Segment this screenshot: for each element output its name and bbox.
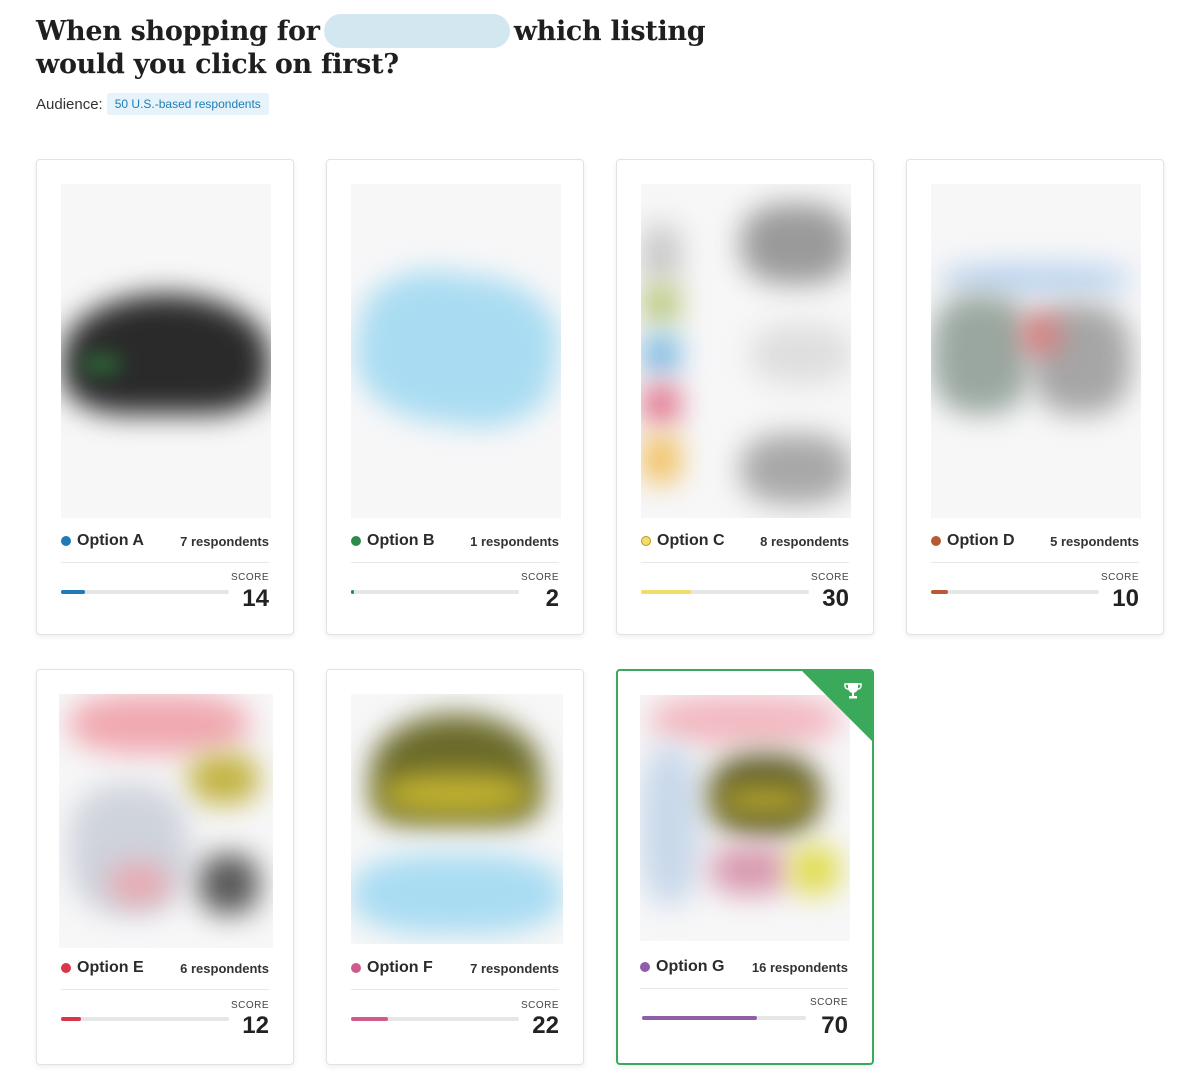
option-name: Option B	[367, 532, 435, 549]
option-header: Option F 7 respondents	[351, 959, 559, 990]
option-name: Option D	[947, 532, 1015, 549]
listing-image-f	[351, 694, 563, 944]
listing-image-a	[61, 184, 271, 518]
title-prefix: When shopping for	[36, 16, 320, 47]
listing-image-e	[59, 694, 273, 948]
score-bar-fill	[61, 590, 85, 594]
score-bar	[351, 590, 519, 594]
option-color-dot	[640, 962, 650, 972]
option-header: Option B 1 respondents	[351, 532, 559, 563]
score-label: SCORE	[230, 572, 269, 583]
option-name: Option E	[77, 959, 144, 976]
respondent-count: 5 respondents	[1050, 533, 1139, 549]
score-value: 10	[1112, 585, 1139, 612]
score-value: 14	[242, 585, 269, 612]
option-card-b[interactable]: Option B 1 respondents SCORE 2	[326, 159, 584, 635]
listing-image-c	[641, 184, 851, 518]
score-bar-fill	[931, 590, 948, 594]
option-name: Option C	[657, 532, 725, 549]
trophy-icon	[844, 683, 862, 699]
score-bar	[641, 590, 809, 594]
option-color-dot	[351, 963, 361, 973]
option-card-e[interactable]: Option E 6 respondents SCORE 12	[36, 669, 294, 1065]
option-color-dot	[61, 536, 71, 546]
score-bar-fill	[642, 1016, 757, 1020]
audience-row: Audience: 50 U.S.-based respondents	[36, 93, 269, 115]
score-bar-fill	[351, 1017, 388, 1021]
option-color-dot	[61, 963, 71, 973]
respondent-count: 8 respondents	[760, 533, 849, 549]
option-name: Option A	[77, 532, 144, 549]
score-bar-fill	[61, 1017, 82, 1021]
option-header: Option D 5 respondents	[931, 532, 1139, 563]
listing-image-d	[931, 184, 1141, 518]
option-header: Option G 16 respondents	[640, 958, 848, 989]
respondent-count: 7 respondents	[180, 533, 269, 549]
score-bar-fill	[641, 590, 692, 594]
audience-tag: 50 U.S.-based respondents	[106, 93, 269, 115]
score-label: SCORE	[230, 1000, 269, 1011]
option-color-dot	[641, 536, 651, 546]
audience-label: Audience:	[36, 95, 103, 113]
score-label: SCORE	[1100, 572, 1139, 583]
option-name: Option G	[656, 958, 725, 975]
respondent-count: 6 respondents	[180, 960, 269, 976]
option-card-a[interactable]: Option A 7 respondents SCORE 14	[36, 159, 294, 635]
option-header: Option C 8 respondents	[641, 532, 849, 563]
score-bar-fill	[351, 590, 355, 594]
option-card-c[interactable]: Option C 8 respondents SCORE 30	[616, 159, 874, 635]
score-value: 22	[532, 1012, 559, 1039]
score-bar	[931, 590, 1099, 594]
respondent-count: 1 respondents	[470, 533, 559, 549]
respondent-count: 7 respondents	[470, 960, 559, 976]
score-value: 30	[822, 585, 849, 612]
score-bar	[351, 1017, 519, 1021]
score-label: SCORE	[520, 572, 559, 583]
score-bar	[642, 1016, 806, 1020]
option-header: Option A 7 respondents	[61, 532, 269, 563]
score-label: SCORE	[520, 1000, 559, 1011]
option-name: Option F	[367, 959, 433, 976]
listing-image-b	[351, 184, 561, 518]
score-bar	[61, 1017, 229, 1021]
score-value: 12	[242, 1012, 269, 1039]
redacted-product-name	[323, 14, 510, 48]
page-title: When shopping for which listing would you…	[36, 14, 796, 81]
option-header: Option E 6 respondents	[61, 959, 269, 990]
respondent-count: 16 respondents	[751, 959, 848, 975]
score-bar	[61, 590, 229, 594]
option-color-dot	[351, 536, 361, 546]
option-card-f[interactable]: Option F 7 respondents SCORE 22	[326, 669, 584, 1065]
option-color-dot	[931, 536, 941, 546]
option-card-g[interactable]: Option G 16 respondents SCORE 70	[616, 669, 874, 1065]
score-label: SCORE	[810, 572, 849, 583]
score-value: 70	[821, 1012, 848, 1039]
score-value: 2	[545, 585, 559, 612]
option-card-d[interactable]: Option D 5 respondents SCORE 10	[906, 159, 1164, 635]
score-label: SCORE	[809, 997, 848, 1008]
